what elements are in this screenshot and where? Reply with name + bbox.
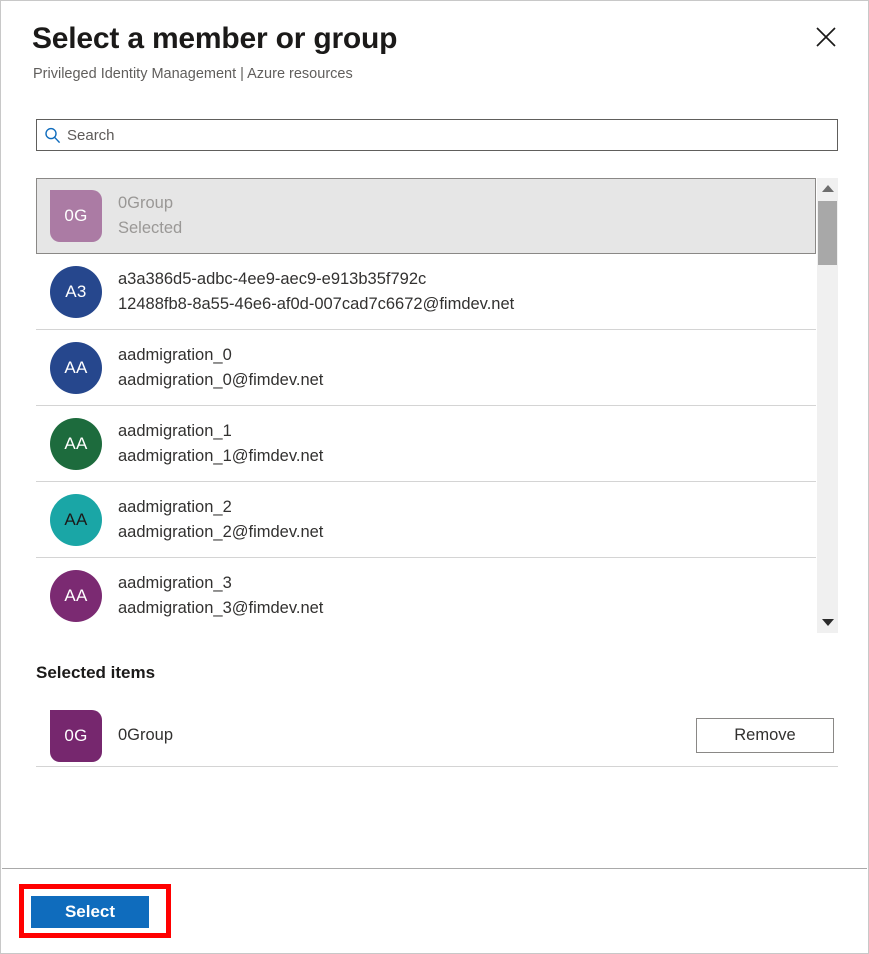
list-item-secondary: Selected <box>118 216 182 241</box>
avatar: AA <box>50 494 102 546</box>
list-item[interactable]: AA aadmigration_1aadmigration_1@fimdev.ne… <box>36 406 816 482</box>
avatar: AA <box>50 418 102 470</box>
list-item[interactable]: 0G 0GroupSelected <box>36 178 816 254</box>
results-area: 0G 0GroupSelected A3 a3a386d5-adbc-4ee9-aec… <box>36 178 838 633</box>
list-item-text: 0GroupSelected <box>118 191 182 241</box>
list-item-secondary: aadmigration_3@fimdev.net <box>118 596 323 621</box>
list-item-primary: aadmigration_0 <box>118 343 323 368</box>
selected-item-name: 0Group <box>118 726 696 745</box>
list-item-primary: aadmigration_3 <box>118 571 323 596</box>
list-item-text: aadmigration_1aadmigration_1@fimdev.net <box>118 419 323 469</box>
avatar: A3 <box>50 266 102 318</box>
select-button[interactable]: Select <box>31 896 149 928</box>
list-item[interactable]: A3 a3a386d5-adbc-4ee9-aec9-e913b35f792c12… <box>36 254 816 330</box>
close-icon[interactable] <box>808 19 844 55</box>
list-item[interactable]: AA aadmigration_0aadmigration_0@fimdev.ne… <box>36 330 816 406</box>
list-item-primary: aadmigration_2 <box>118 495 323 520</box>
avatar: 0G <box>50 190 102 242</box>
list-item[interactable]: AA aadmigration_3aadmigration_3@fimdev.ne… <box>36 558 816 633</box>
dialog-header: Select a member or group Privileged Iden… <box>1 1 868 84</box>
dialog-footer: Select <box>2 868 867 952</box>
selected-items-list: 0G 0GroupRemove <box>36 705 838 767</box>
list-item[interactable]: AA aadmigration_2aadmigration_2@fimdev.ne… <box>36 482 816 558</box>
page-title: Select a member or group <box>32 19 838 59</box>
list-item-text: aadmigration_3aadmigration_3@fimdev.net <box>118 571 323 621</box>
list-item-secondary: 12488fb8-8a55-46e6-af0d-007cad7c6672@fim… <box>118 292 514 317</box>
breadcrumb: Privileged Identity Management | Azure r… <box>33 64 838 84</box>
selected-items-heading: Selected items <box>36 663 838 683</box>
selected-items-section: Selected items 0G 0GroupRemove <box>36 663 838 767</box>
magnifier-glyph <box>44 127 61 144</box>
list-item-secondary: aadmigration_1@fimdev.net <box>118 444 323 469</box>
list-item-secondary: aadmigration_0@fimdev.net <box>118 368 323 393</box>
list-item-secondary: aadmigration_2@fimdev.net <box>118 520 323 545</box>
close-glyph <box>815 26 837 48</box>
results-scrollbar[interactable] <box>817 178 838 633</box>
selected-item-row: 0G 0GroupRemove <box>36 705 838 767</box>
avatar: AA <box>50 342 102 394</box>
list-item-primary: a3a386d5-adbc-4ee9-aec9-e913b35f792c <box>118 267 514 292</box>
search-input[interactable] <box>67 121 837 149</box>
scrollbar-thumb[interactable] <box>818 201 837 265</box>
results-list[interactable]: 0G 0GroupSelected A3 a3a386d5-adbc-4ee9-aec… <box>36 178 816 633</box>
list-item-primary: 0Group <box>118 191 182 216</box>
list-item-primary: aadmigration_1 <box>118 419 323 444</box>
remove-button[interactable]: Remove <box>696 718 834 753</box>
scroll-down-icon[interactable] <box>817 612 838 633</box>
search-icon <box>37 127 67 144</box>
list-item-text: aadmigration_0aadmigration_0@fimdev.net <box>118 343 323 393</box>
list-item-text: aadmigration_2aadmigration_2@fimdev.net <box>118 495 323 545</box>
avatar: AA <box>50 570 102 622</box>
scroll-up-icon[interactable] <box>817 178 838 199</box>
search-box[interactable] <box>36 119 838 151</box>
select-member-or-group-dialog: Select a member or group Privileged Iden… <box>0 0 869 954</box>
avatar: 0G <box>50 710 102 762</box>
list-item-text: a3a386d5-adbc-4ee9-aec9-e913b35f792c1248… <box>118 267 514 317</box>
